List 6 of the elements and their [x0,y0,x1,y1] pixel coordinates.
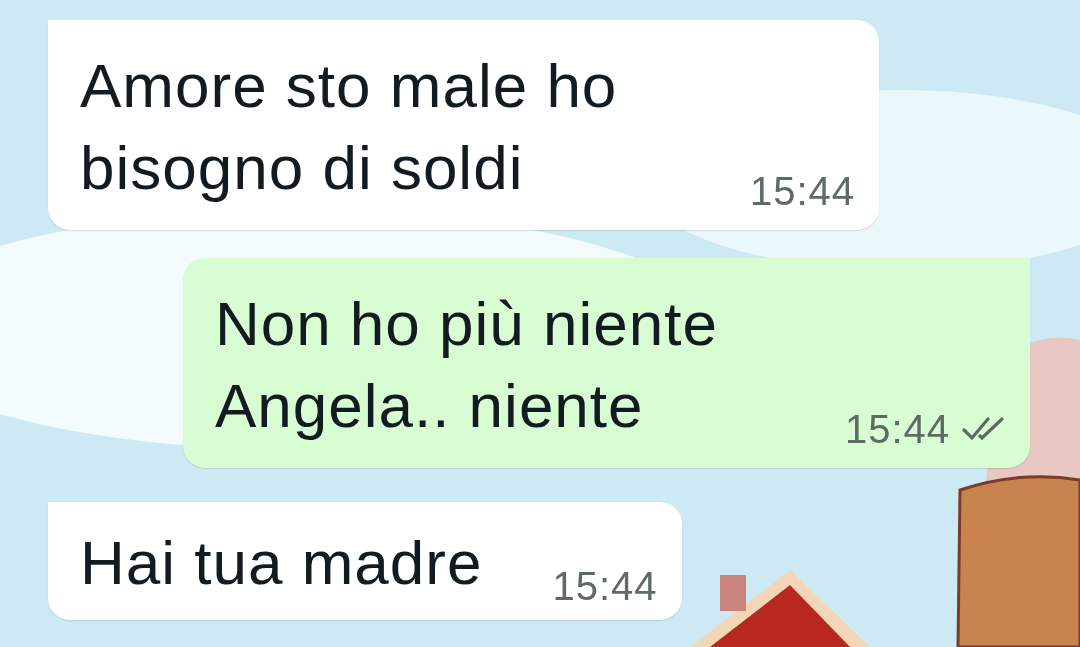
message-time: 15:44 [552,564,658,608]
message-text: Hai tua madre [80,527,483,599]
message-time: 15:44 [844,407,950,451]
message-text: Amore sto male ho bisogno di soldi [80,50,619,204]
message-time: 15:44 [750,169,856,213]
message-text: Non ho più niente Angela.. niente [214,288,719,442]
